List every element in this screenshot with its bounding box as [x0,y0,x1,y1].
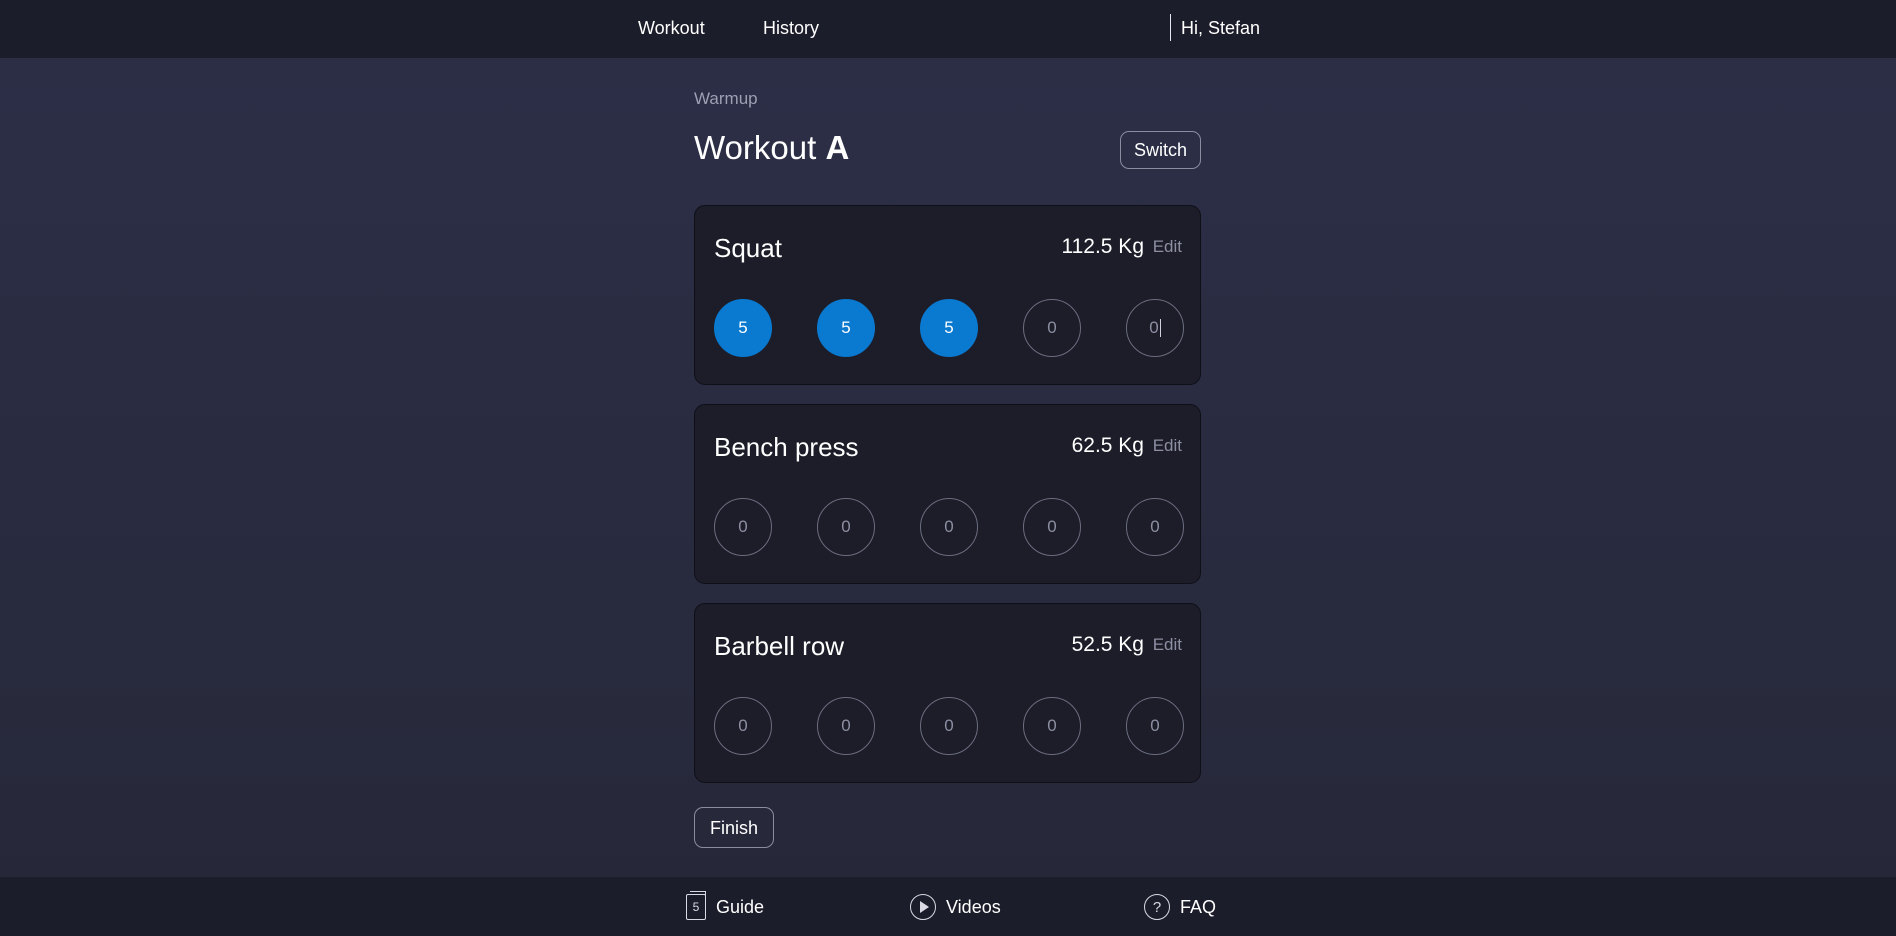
bottom-navigation: 5 Guide Videos ? FAQ [0,877,1896,936]
set-reps: 0 [738,716,748,735]
exercise-name: Barbell row [714,631,845,661]
guide-link[interactable]: 5 Guide [686,891,765,920]
videos-link[interactable]: Videos [910,894,1001,920]
exercise-card-barbell-row: Barbell row 52.5 Kg Edit 0 0 0 0 0 [694,603,1201,783]
set-button[interactable]: 5 [817,299,875,357]
nav-history-link[interactable]: History [763,17,819,39]
set-reps: 0 [841,716,851,735]
set-button[interactable]: 0 [714,697,772,755]
user-divider [1170,14,1171,41]
videos-label: Videos [946,897,1001,917]
guide-label: Guide [716,897,765,917]
edit-weight-link[interactable]: Edit [1153,634,1182,656]
set-reps: 0 [1047,318,1057,337]
set-list: 0 0 0 0 0 [714,498,1184,556]
workout-subtitle: Warmup [694,89,758,108]
set-button[interactable]: 0 [920,697,978,755]
set-button[interactable]: 0 [1126,498,1184,556]
exercise-weight: 112.5 Kg [1061,235,1144,258]
set-reps: 5 [841,318,851,337]
set-reps: 0 [1150,716,1160,735]
set-reps: 0 [1047,517,1057,536]
exercise-weight: 62.5 Kg [1071,434,1144,457]
user-greeting: Hi, Stefan [1181,18,1261,38]
set-list: 0 0 0 0 0 [714,697,1184,755]
faq-link[interactable]: ? FAQ [1144,894,1216,920]
title-plan: A [825,129,850,166]
set-reps: 0 [841,517,851,536]
set-button[interactable]: 0 [714,498,772,556]
play-icon [910,894,936,920]
set-button-focused[interactable]: 0 [1126,299,1184,357]
exercise-name: Squat [714,233,782,263]
top-navigation: Workout History Hi, Stefan [0,0,1896,58]
book-icon: 5 [686,891,706,920]
set-button[interactable]: 0 [817,697,875,755]
set-button[interactable]: 5 [920,299,978,357]
set-reps: 0 [1149,318,1159,337]
exercise-card-bench-press: Bench press 62.5 Kg Edit 0 0 0 0 0 [694,404,1201,584]
page-title: Workout A [694,128,849,168]
set-reps: 0 [738,517,748,536]
exercise-name: Bench press [714,432,859,462]
set-reps: 0 [1150,517,1160,536]
switch-workout-button[interactable]: Switch [1120,131,1201,169]
set-button[interactable]: 0 [1023,299,1081,357]
set-reps: 5 [944,318,954,337]
set-button[interactable]: 0 [1023,498,1081,556]
text-caret [1159,319,1161,337]
help-icon: ? [1144,894,1170,920]
set-button[interactable]: 5 [714,299,772,357]
set-list: 5 5 5 0 0 [714,299,1184,357]
set-button[interactable]: 0 [1126,697,1184,755]
exercise-weight: 52.5 Kg [1071,633,1144,656]
finish-button[interactable]: Finish [694,807,774,848]
title-prefix: Workout [694,129,817,166]
exercise-card-squat: Squat 112.5 Kg Edit 5 5 5 0 0 [694,205,1201,385]
faq-label: FAQ [1180,897,1217,917]
nav-workout-link[interactable]: Workout [638,17,705,39]
set-reps: 0 [1047,716,1057,735]
set-button[interactable]: 0 [817,498,875,556]
set-reps: 0 [944,716,954,735]
set-reps: 0 [944,517,954,536]
set-reps: 5 [738,318,748,337]
set-button[interactable]: 0 [920,498,978,556]
set-button[interactable]: 0 [1023,697,1081,755]
edit-weight-link[interactable]: Edit [1153,435,1182,457]
edit-weight-link[interactable]: Edit [1153,236,1182,258]
